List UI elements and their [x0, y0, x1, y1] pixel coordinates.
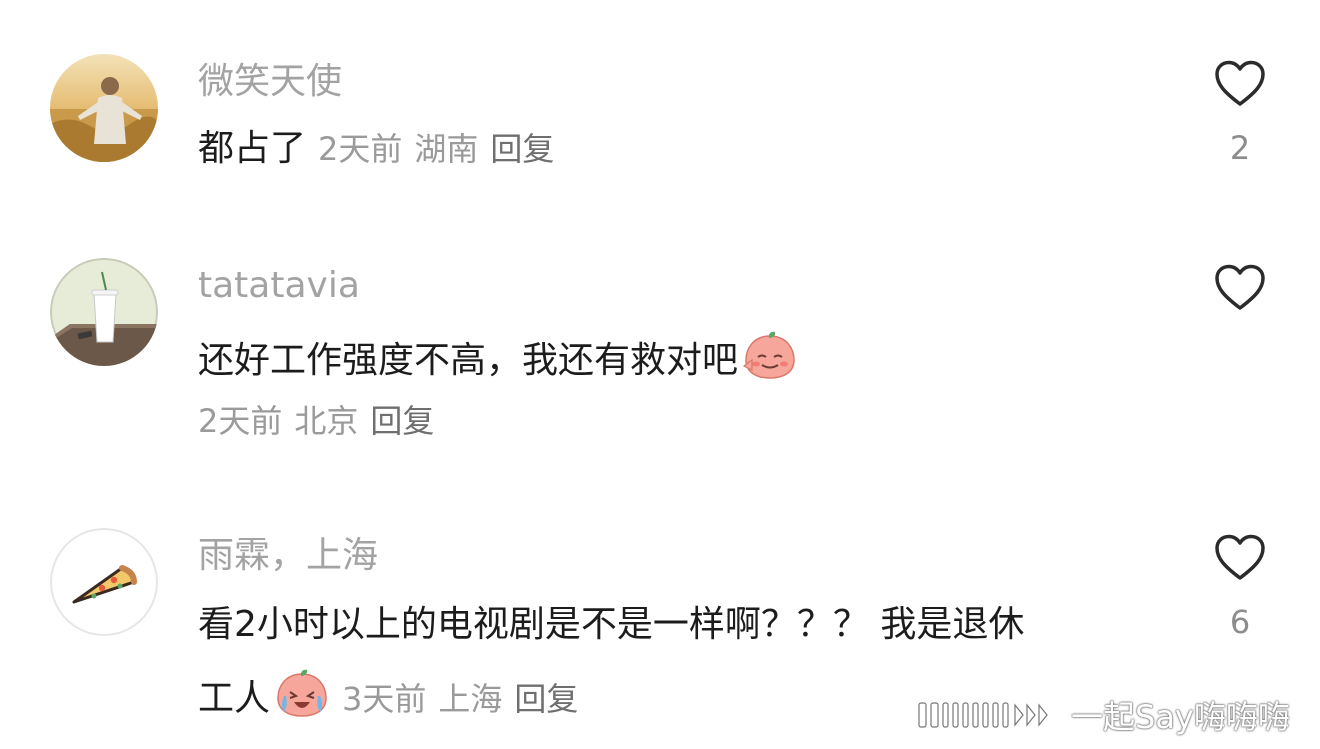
- comment-time: 2天前: [318, 130, 403, 168]
- comment-location: 北京: [294, 402, 359, 440]
- wheat-field-person-avatar-icon: [50, 54, 158, 162]
- username[interactable]: 微笑天使: [198, 60, 342, 104]
- reply-button[interactable]: 回复: [490, 130, 554, 168]
- watermark-text: 一起Say嗨嗨嗨: [1071, 698, 1290, 736]
- comment-time: 3天前: [342, 680, 427, 718]
- comment-text: 工人: [198, 678, 271, 719]
- heart-icon: [1215, 534, 1265, 580]
- avatar[interactable]: [50, 258, 158, 366]
- coffee-cup-avatar-icon: [50, 258, 158, 366]
- avatar[interactable]: [50, 54, 158, 162]
- comment-meta: 2天前 北京 回复: [198, 398, 434, 444]
- comment-text-line: 都占了 2天前 湖南 回复: [198, 126, 554, 172]
- comment-text: 还好工作强度不高，我还有救对吧: [198, 340, 739, 381]
- shy-peach-emoji-icon: [742, 330, 798, 380]
- reply-button[interactable]: 回复: [514, 680, 578, 718]
- avatar[interactable]: [50, 528, 158, 636]
- reply-button[interactable]: 回复: [370, 402, 434, 440]
- like-button[interactable]: 2: [1210, 60, 1270, 166]
- weibo-logo-icon: [915, 695, 1065, 735]
- comment-text-line: 还好工作强度不高，我还有救对吧: [198, 330, 798, 384]
- pizza-slice-avatar-icon: [50, 528, 158, 636]
- comment-text: 看2小时以上的电视剧是不是一样啊？？？ 我是退休: [198, 604, 1025, 645]
- like-button[interactable]: [1210, 264, 1270, 334]
- comment-text-line: 工人 3天前 上海 回复: [198, 668, 578, 722]
- watermark: 一起Say嗨嗨嗨: [915, 692, 1290, 738]
- username[interactable]: tatatavia: [198, 264, 360, 308]
- comment-text: 都占了: [198, 128, 307, 169]
- heart-icon: [1215, 264, 1265, 310]
- comment-time: 2天前: [198, 402, 283, 440]
- crying-peach-emoji-icon: [274, 668, 330, 718]
- comment-location: 上海: [438, 680, 503, 718]
- like-count: 6: [1229, 603, 1251, 641]
- comment-text-line: 看2小时以上的电视剧是不是一样啊？？？ 我是退休: [198, 602, 1024, 648]
- username[interactable]: 雨霖，上海: [198, 534, 378, 578]
- heart-icon: [1215, 60, 1265, 106]
- comment-location: 湖南: [414, 130, 479, 168]
- like-count: 2: [1229, 129, 1251, 167]
- like-button[interactable]: 6: [1210, 534, 1270, 640]
